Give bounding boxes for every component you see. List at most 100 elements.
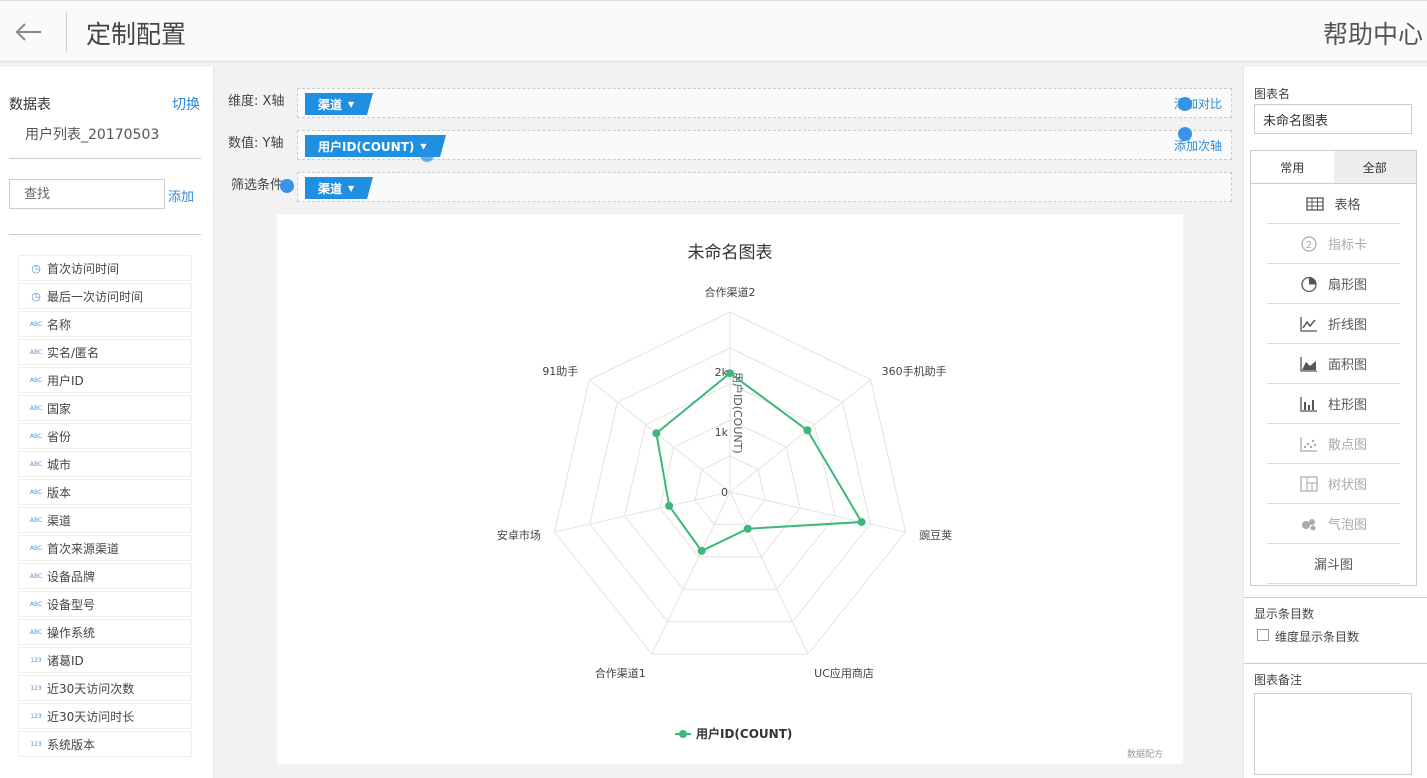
help-center-link[interactable]: 帮助中心 [1323,15,1423,51]
data-point [652,429,661,438]
field-label: 设备品牌 [47,569,96,584]
field-item[interactable]: ABC 设备型号 [18,591,192,617]
radar-category-label: 合作渠道1 [595,666,646,680]
filter-tag-label: 渠道 [318,181,343,196]
sidebar-divider [9,158,201,159]
chart-type-tabs: 常用 全部 [1251,151,1416,184]
chart-type-item[interactable]: 面积图 [1267,344,1400,384]
field-label: 名称 [47,317,72,332]
field-item[interactable]: ABC 渠道 [18,507,192,533]
display-count-label: 显示条目数 [1254,607,1315,621]
field-label: 设备型号 [47,597,96,612]
field-label: 渠道 [47,513,72,528]
chart-type-item[interactable]: 柱形图 [1267,384,1400,424]
svg-text:2: 2 [1306,240,1312,251]
chart-type-label: 漏斗图 [1313,558,1353,573]
chart-type-item[interactable]: 扇形图 [1267,264,1400,304]
field-item[interactable]: ABC 城市 [18,451,192,477]
field-item[interactable]: ABC 版本 [18,479,192,505]
abc-icon: ABC [29,488,43,496]
chart-settings-panel: 图表名 常用 全部 表格 2 指标卡扇形图折线图面积图柱形图散点图树状图气泡图漏斗图… [1243,67,1427,778]
dimension-label: 维度: X轴 [228,94,285,109]
dimension-count-checkbox[interactable] [1257,629,1269,641]
field-item[interactable]: 123 近30天访问时长 [18,703,192,729]
chart-type-label: 散点图 [1327,438,1367,453]
field-label: 实名/匿名 [47,345,100,360]
tab-common[interactable]: 常用 [1251,151,1334,183]
dimension-count-label: 维度显示条目数 [1275,630,1360,644]
radial-tick-label: 0 [721,486,728,499]
datasource-label: 数据表 [9,97,51,113]
chart-type-item[interactable]: 折线图 [1267,304,1400,344]
caret-down-icon: ▼ [348,99,355,109]
filter-drop-zone[interactable]: 渠道 ▼ [297,172,1232,202]
abc-icon: ABC [29,516,43,524]
caret-down-icon: ▼ [348,183,355,193]
abc-icon: ABC [29,600,43,608]
field-item[interactable]: ABC 设备品牌 [18,563,192,589]
field-item[interactable]: ◷ 最后一次访问时间 [18,283,192,309]
radar-category-label: 安卓市场 [497,528,541,542]
abc-icon: ABC [29,572,43,580]
data-point [743,524,752,533]
field-item[interactable]: 123 系统版本 [18,731,192,757]
page-title: 定制配置 [86,20,187,49]
123-icon: 123 [30,740,42,748]
field-item[interactable]: ◷ 首次访问时间 [18,255,192,281]
value-drop-zone[interactable]: 用户ID(COUNT) ▼ 添加次轴 [297,130,1232,160]
field-item[interactable]: ABC 省份 [18,423,192,449]
field-item[interactable]: ABC 国家 [18,395,192,421]
field-label: 操作系统 [47,625,96,640]
click-indicator-dot [1178,127,1192,141]
chart-notes-textarea[interactable] [1254,693,1412,775]
radar-category-label: 合作渠道2 [705,285,756,299]
123-icon: 123 [30,684,42,692]
tab-all[interactable]: 全部 [1333,151,1416,183]
chart-type-item[interactable]: 树状图 [1267,464,1400,504]
field-label: 省份 [47,429,72,444]
radial-axis-title: 用户ID(COUNT) [731,372,745,454]
click-indicator-dot [280,179,294,193]
panel-divider [1244,663,1427,664]
chart-card: 未命名图表 合作渠道2 360手机助手 豌豆荚 UC应用商店 合作渠道1 安卓市场 91助手 0… [277,214,1183,764]
chart-type-item[interactable]: 气泡图 [1267,504,1400,544]
switch-table-link[interactable]: 切换 [172,94,200,114]
table-icon [1306,196,1325,211]
field-item[interactable]: ABC 用户ID [18,367,192,393]
filter-label: 筛选条件 [231,178,284,193]
chart-type-label: 指标卡 [1327,238,1367,253]
series-line [655,371,864,553]
radar-spoke [554,491,731,533]
header-divider [66,12,67,52]
chart-type-item[interactable]: 2 指标卡 [1267,224,1400,264]
field-sidebar: 数据表 切换 用户列表_20170503 添加 ◷ 首次访问时间 ◷ 最后一次访问时间… [0,67,214,778]
field-item[interactable]: 123 近30天访问次数 [18,675,192,701]
field-item[interactable]: ABC 实名/匿名 [18,339,192,365]
field-search-input[interactable] [9,179,165,209]
sidebar-divider [9,234,201,235]
123-icon: 123 [30,656,42,664]
field-item[interactable]: ABC 名称 [18,311,192,337]
chart-type-item[interactable]: 漏斗图 [1267,544,1400,584]
field-item[interactable]: ABC 操作系统 [18,619,192,645]
add-field-link[interactable]: 添加 [168,186,194,205]
top-bar: 定制配置 帮助中心 [0,0,1427,62]
radar-spoke [729,491,906,533]
back-arrow-icon[interactable] [14,19,44,45]
dimension-tag[interactable]: 渠道 ▼ [305,93,374,115]
chart-type-item[interactable]: 表格 [1267,184,1400,224]
field-label: 近30天访问时长 [47,709,135,724]
click-indicator-dot [420,148,434,162]
chart-name-input[interactable] [1254,104,1412,134]
field-item[interactable]: 123 诸葛ID [18,647,192,673]
filter-tag[interactable]: 渠道 ▼ [305,177,374,199]
field-item[interactable]: ABC 首次来源渠道 [18,535,192,561]
chart-type-label: 扇形图 [1327,278,1367,293]
chart-type-item[interactable]: 散点图 [1267,424,1400,464]
table-name: 用户列表_20170503 [25,127,160,143]
abc-icon: ABC [29,404,43,412]
scatter-chart-icon [1300,436,1317,452]
panel-divider [1244,597,1427,598]
radar-category-label: 91助手 [542,364,578,378]
dimension-drop-zone[interactable]: 渠道 ▼ 添加对比 [297,88,1232,118]
